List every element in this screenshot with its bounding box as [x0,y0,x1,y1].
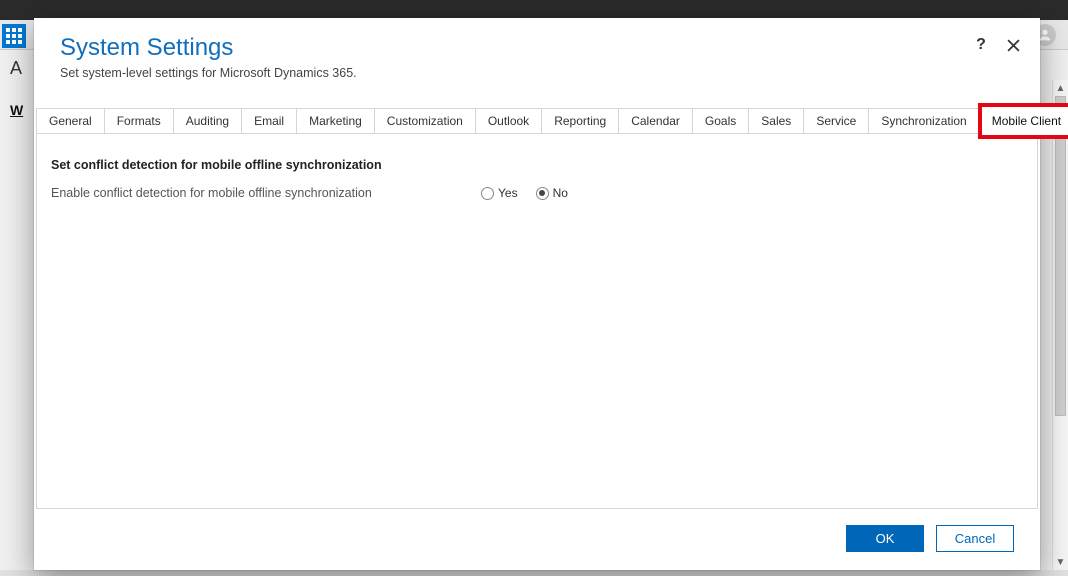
section-title: Set conflict detection for mobile offlin… [51,158,1023,172]
tab-auditing[interactable]: Auditing [174,109,242,133]
setting-label: Enable conflict detection for mobile off… [51,186,481,200]
background-bottom-edge [0,570,1068,576]
tab-formats[interactable]: Formats [105,109,174,133]
tab-mobile-client[interactable]: Mobile Client [980,105,1068,137]
page-scrollbar[interactable]: ▲ ▼ [1052,80,1068,570]
tab-email[interactable]: Email [242,109,297,133]
system-settings-dialog: ? System Settings Set system-level setti… [34,18,1040,570]
ok-button[interactable]: OK [846,525,924,552]
dialog-footer: OK Cancel [34,509,1040,570]
tab-reporting[interactable]: Reporting [542,109,619,133]
tab-customization[interactable]: Customization [375,109,476,133]
tab-marketing[interactable]: Marketing [297,109,375,133]
tab-general[interactable]: General [37,109,105,133]
tab-synchronization[interactable]: Synchronization [869,109,979,133]
help-button[interactable]: ? [972,36,990,54]
dialog-subtitle: Set system-level settings for Microsoft … [60,66,1014,80]
tab-goals[interactable]: Goals [693,109,749,133]
background-heading-clip: A [10,58,22,79]
radio-no-label: No [553,186,568,200]
tab-strip: General Formats Auditing Email Marketing… [36,108,1038,134]
scroll-thumb[interactable] [1055,96,1066,416]
radio-yes-label: Yes [498,186,518,200]
scroll-up-icon[interactable]: ▲ [1053,80,1068,96]
background-topbar [0,0,1068,20]
app-launcher-icon[interactable] [2,24,26,48]
cancel-button[interactable]: Cancel [936,525,1014,552]
tab-content: Set conflict detection for mobile offlin… [36,134,1038,509]
radio-no[interactable]: No [536,186,568,200]
dialog-title: System Settings [60,34,1014,62]
tab-service[interactable]: Service [804,109,869,133]
scroll-down-icon[interactable]: ▼ [1053,554,1068,570]
radio-yes[interactable]: Yes [481,186,518,200]
tab-calendar[interactable]: Calendar [619,109,693,133]
background-link-clip: W [10,102,23,118]
setting-row-conflict-detection: Enable conflict detection for mobile off… [51,186,1023,200]
tab-outlook[interactable]: Outlook [476,109,542,133]
tab-sales[interactable]: Sales [749,109,804,133]
radio-dot-icon [481,187,494,200]
close-button[interactable] [1004,36,1022,54]
radio-dot-icon [536,187,549,200]
